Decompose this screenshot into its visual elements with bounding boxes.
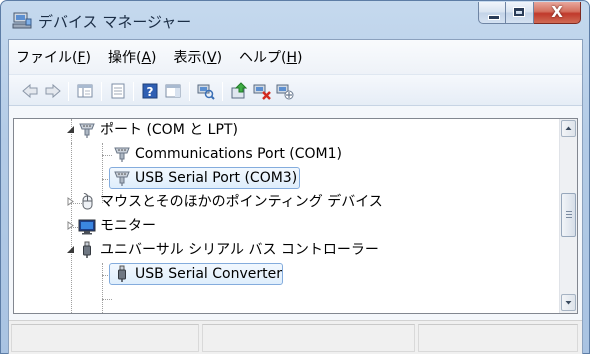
tree-item-monitors[interactable]: モニター: [14, 214, 559, 238]
expanded-triangle-icon[interactable]: [66, 245, 75, 254]
caption-buttons: X: [478, 2, 581, 24]
properties-icon[interactable]: [109, 82, 127, 100]
tree-item-mice[interactable]: マウスとそのほかのポインティング デバイス: [14, 190, 559, 214]
grip-line: [566, 214, 572, 215]
device-manager-icon: [12, 12, 32, 29]
tree-item-label: USB Serial Converter: [135, 266, 282, 282]
monitor-icon: [78, 219, 96, 235]
port-icon: [114, 147, 130, 162]
grip-line: [566, 211, 572, 212]
menu-file[interactable]: ファイル(F): [16, 47, 91, 67]
uninstall-device-icon[interactable]: [253, 82, 271, 100]
toolbar: ?: [9, 74, 582, 106]
status-panel: [202, 324, 415, 352]
menu-view[interactable]: 表示(V): [174, 47, 223, 67]
vertical-scrollbar[interactable]: [559, 119, 577, 313]
tree-item-label: ユニバーサル シリアル バス コントローラー: [100, 242, 379, 258]
port-icon: [79, 123, 95, 138]
toolbar-separator: [133, 82, 134, 101]
tree-connector: [102, 299, 112, 300]
device-manager-window: デバイス マネージャー X ファイル(F) 操作(A) 表示(V) ヘルプ(H): [0, 0, 590, 354]
tree-item-usb-serial-port[interactable]: USB Serial Port (COM3): [14, 166, 559, 190]
close-icon: X: [551, 3, 563, 21]
minimize-button[interactable]: [478, 2, 506, 24]
back-arrow-icon[interactable]: [21, 82, 39, 100]
tree-item-label: Communications Port (COM1): [135, 146, 342, 162]
status-panel: [418, 324, 578, 352]
tree-item-com1[interactable]: Communications Port (COM1): [14, 142, 559, 166]
port-icon: [114, 171, 130, 186]
show-action-pane-icon[interactable]: [164, 82, 182, 100]
scroll-up-button[interactable]: [561, 120, 576, 137]
arrow-down-icon: [565, 301, 572, 305]
help-icon[interactable]: ?: [141, 82, 159, 100]
forward-arrow-icon[interactable]: [44, 82, 62, 100]
tree-item-label: モニター: [100, 218, 156, 234]
tree-item-label: ポート (COM と LPT): [100, 122, 238, 138]
tree-item-label: USB Serial Port (COM3): [135, 170, 298, 186]
client-area: ファイル(F) 操作(A) 表示(V) ヘルプ(H) ? ポート (COM と …: [8, 39, 583, 354]
mouse-icon: [82, 193, 93, 210]
close-button[interactable]: X: [534, 2, 581, 24]
tree-item-usb-controllers[interactable]: ユニバーサル シリアル バス コントローラー: [14, 238, 559, 262]
device-tree[interactable]: ポート (COM と LPT) Communications Port (COM…: [13, 118, 578, 314]
usb-icon: [83, 241, 91, 258]
toolbar-separator: [101, 82, 102, 101]
collapsed-triangle-icon[interactable]: [66, 197, 75, 206]
show-hide-console-tree-icon[interactable]: [76, 82, 94, 100]
scroll-thumb[interactable]: [561, 193, 576, 237]
arrow-up-icon: [565, 126, 572, 130]
usb-icon: [118, 265, 126, 282]
menu-bar: ファイル(F) 操作(A) 表示(V) ヘルプ(H): [9, 40, 582, 74]
toolbar-separator: [222, 82, 223, 101]
grip-line: [566, 217, 572, 218]
minimize-icon: [488, 15, 500, 20]
collapsed-triangle-icon[interactable]: [66, 221, 75, 230]
tree-item-label: マウスとそのほかのポインティング デバイス: [100, 194, 383, 210]
disable-device-icon[interactable]: [276, 82, 294, 100]
toolbar-separator: [68, 82, 69, 101]
menu-help[interactable]: ヘルプ(H): [239, 47, 302, 67]
status-bar: [9, 320, 582, 354]
toolbar-separator: [189, 82, 190, 101]
svg-text:?: ?: [147, 85, 154, 99]
expanded-triangle-icon[interactable]: [66, 125, 75, 134]
status-panel: [11, 324, 199, 352]
title-bar[interactable]: デバイス マネージャー X: [1, 1, 589, 39]
tree-item-usb-serial-converter[interactable]: USB Serial Converter: [14, 262, 559, 286]
menu-action[interactable]: 操作(A): [108, 47, 157, 67]
scroll-down-button[interactable]: [561, 294, 576, 311]
maximize-icon: [513, 7, 525, 17]
maximize-button[interactable]: [506, 2, 534, 24]
tree-item-ports[interactable]: ポート (COM と LPT): [14, 119, 559, 142]
window-title: デバイス マネージャー: [38, 13, 192, 31]
scan-hardware-icon[interactable]: [197, 82, 215, 100]
update-driver-icon[interactable]: [230, 82, 248, 100]
